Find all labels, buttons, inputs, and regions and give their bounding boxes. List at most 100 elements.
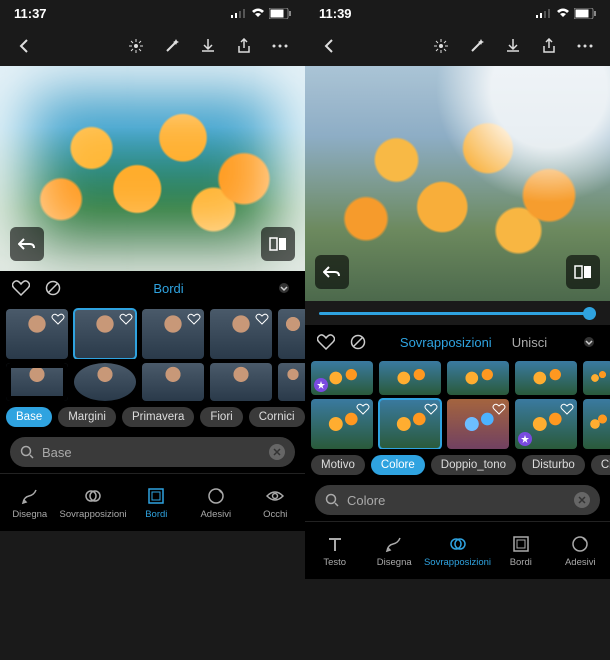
nav-bordi[interactable]: Bordi	[491, 522, 550, 579]
panel-title[interactable]: Bordi	[74, 281, 263, 296]
star-icon	[317, 381, 325, 389]
favorite-button[interactable]	[315, 331, 337, 353]
preset-thumb[interactable]	[447, 361, 509, 395]
battery-icon	[574, 8, 596, 19]
chip-fiori[interactable]: Fiori	[200, 407, 242, 427]
panel-title[interactable]: Sovrapposizioni	[400, 335, 492, 350]
chip-disturbo[interactable]: Disturbo	[522, 455, 585, 475]
favorite-button[interactable]	[10, 277, 32, 299]
nav-label: Disegna	[12, 509, 47, 520]
status-indicators	[231, 8, 291, 19]
preset-thumb[interactable]	[583, 361, 610, 395]
preset-thumb[interactable]	[74, 309, 136, 359]
preset-thumb[interactable]	[379, 361, 441, 395]
chip-doppio-tono[interactable]: Doppio_tono	[431, 455, 516, 475]
top-toolbar	[305, 26, 610, 66]
nav-label: Adesivi	[200, 509, 231, 520]
download-button[interactable]	[193, 31, 223, 61]
none-icon	[45, 280, 61, 296]
chip-colore[interactable]: Colore	[371, 455, 425, 475]
nav-adesivi[interactable]: Adesivi	[186, 474, 245, 531]
preset-thumb[interactable]	[142, 363, 204, 401]
search-icon	[20, 445, 34, 459]
search-row: Base	[0, 433, 305, 473]
panel-header: Bordi	[0, 271, 305, 305]
chip-cielo[interactable]: Cielo	[591, 455, 610, 475]
nav-adesivi[interactable]: Adesivi	[551, 522, 610, 579]
nav-disegna[interactable]: Disegna	[0, 474, 59, 531]
clear-search-button[interactable]	[574, 492, 590, 508]
undo-button[interactable]	[10, 227, 44, 261]
chip-motivo[interactable]: Motivo	[311, 455, 365, 475]
wand-icon	[164, 38, 180, 54]
preset-thumb[interactable]	[210, 363, 272, 401]
preset-thumb[interactable]	[515, 361, 577, 395]
premium-badge	[314, 378, 328, 392]
collapse-button[interactable]	[273, 277, 295, 299]
search-input[interactable]: Base	[10, 437, 295, 467]
preset-thumb[interactable]	[278, 309, 305, 359]
image-canvas[interactable]	[0, 66, 305, 271]
nav-testo[interactable]: Testo	[305, 522, 364, 579]
share-button[interactable]	[229, 31, 259, 61]
image-canvas[interactable]	[305, 66, 610, 301]
nav-sovrapposizioni[interactable]: Sovrapposizioni	[59, 474, 126, 531]
chip-primavera[interactable]: Primavera	[122, 407, 194, 427]
battery-icon	[269, 8, 291, 19]
chip-cornici[interactable]: Cornici	[249, 407, 305, 427]
preset-thumb[interactable]	[278, 363, 305, 401]
heart-icon	[187, 312, 201, 326]
magic-wand-button[interactable]	[462, 31, 492, 61]
preset-thumb[interactable]	[515, 399, 577, 449]
download-button[interactable]	[498, 31, 528, 61]
back-button[interactable]	[10, 31, 40, 61]
preset-thumb[interactable]	[379, 399, 441, 449]
slider-thumb[interactable]	[583, 307, 596, 320]
panel-merge[interactable]: Unisci	[512, 335, 547, 350]
preset-thumb[interactable]	[447, 399, 509, 449]
nav-occhi[interactable]: Occhi	[246, 474, 305, 531]
more-button[interactable]	[265, 31, 295, 61]
search-input[interactable]: Colore	[315, 485, 600, 515]
preset-thumb[interactable]	[74, 363, 136, 401]
intensity-slider[interactable]	[319, 312, 596, 315]
none-button[interactable]	[347, 331, 369, 353]
collapse-button[interactable]	[578, 331, 600, 353]
magic-wand-button[interactable]	[157, 31, 187, 61]
more-button[interactable]	[570, 31, 600, 61]
share-icon	[236, 38, 252, 54]
chevron-down-icon	[582, 337, 596, 347]
share-button[interactable]	[534, 31, 564, 61]
preset-thumb[interactable]	[6, 363, 68, 401]
overlay-icon	[449, 535, 467, 553]
border-icon	[512, 535, 530, 553]
close-icon	[273, 448, 281, 456]
chip-base[interactable]: Base	[6, 407, 52, 427]
preset-thumb[interactable]	[210, 309, 272, 359]
undo-button[interactable]	[315, 255, 349, 289]
back-button[interactable]	[315, 31, 345, 61]
preset-thumb[interactable]	[6, 309, 68, 359]
nav-sovrapposizioni[interactable]: Sovrapposizioni	[424, 522, 491, 579]
status-time: 11:37	[14, 6, 47, 21]
premium-badge	[518, 432, 532, 446]
preset-thumb[interactable]	[311, 399, 373, 449]
auto-enhance-button[interactable]	[426, 31, 456, 61]
none-button[interactable]	[42, 277, 64, 299]
clear-search-button[interactable]	[269, 444, 285, 460]
nav-bordi[interactable]: Bordi	[127, 474, 186, 531]
none-icon	[350, 334, 366, 350]
search-text: Base	[42, 445, 72, 460]
preset-thumbnails-row2	[0, 359, 305, 401]
compare-button[interactable]	[261, 227, 295, 261]
preset-thumb[interactable]	[142, 309, 204, 359]
dots-icon	[577, 44, 593, 48]
wifi-icon	[556, 8, 570, 18]
auto-enhance-button[interactable]	[121, 31, 151, 61]
chip-margini[interactable]: Margini	[58, 407, 116, 427]
preset-thumb[interactable]	[311, 361, 373, 395]
nav-disegna[interactable]: Disegna	[364, 522, 423, 579]
compare-button[interactable]	[566, 255, 600, 289]
heart-icon	[356, 402, 370, 416]
preset-thumb[interactable]	[583, 399, 610, 449]
